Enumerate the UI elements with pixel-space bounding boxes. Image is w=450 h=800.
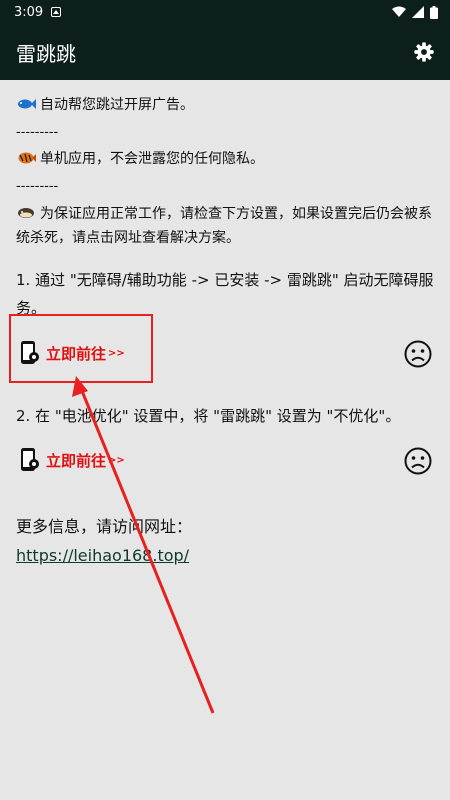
fish-brown-icon <box>18 208 34 218</box>
phone-settings-icon <box>21 448 39 471</box>
wifi-icon <box>392 6 406 17</box>
fish-blue-icon <box>18 99 36 109</box>
intro-divider-1: --------- <box>16 125 59 140</box>
intro-line-2: 单机应用，不会泄露您的任何隐私。 <box>16 148 264 170</box>
app-bar: 雷跳跳 <box>0 24 450 80</box>
step-2-go-arrow: >> <box>108 454 125 466</box>
step-2-go-button[interactable]: 立即前往 >> <box>20 447 125 473</box>
step-1-sad-face-icon <box>404 340 432 368</box>
intro-line-3: 为保证应用正常工作，请检查下方设置，如果设置完后仍会被系统杀死，请点击网址查看解… <box>16 206 432 246</box>
step-2-text: 2. 在 "电池优化" 设置中，将 "雷跳跳" 设置为 "不优化"。 <box>16 407 401 425</box>
more-info-label: 更多信息，请访问网址： <box>16 517 193 536</box>
website-link[interactable]: https://leihao168.top/ <box>16 546 189 565</box>
fish-orange-icon <box>18 152 36 164</box>
signal-icon <box>412 6 424 18</box>
annotation-arrow <box>72 376 215 714</box>
intro-line-1: 自动帮您跳过开屏广告。 <box>16 94 194 116</box>
notification-image-icon <box>51 7 62 17</box>
step-2-go-label: 立即前往 <box>46 451 107 470</box>
app-title: 雷跳跳 <box>16 41 76 66</box>
status-bar: 3:09 <box>0 0 450 24</box>
settings-gear-icon[interactable] <box>412 40 436 64</box>
step-2-sad-face-icon <box>404 447 432 475</box>
annotation-highlight-box <box>9 314 153 383</box>
status-time: 3:09 <box>14 4 44 20</box>
battery-icon <box>430 5 438 19</box>
intro-divider-2: --------- <box>16 179 59 194</box>
